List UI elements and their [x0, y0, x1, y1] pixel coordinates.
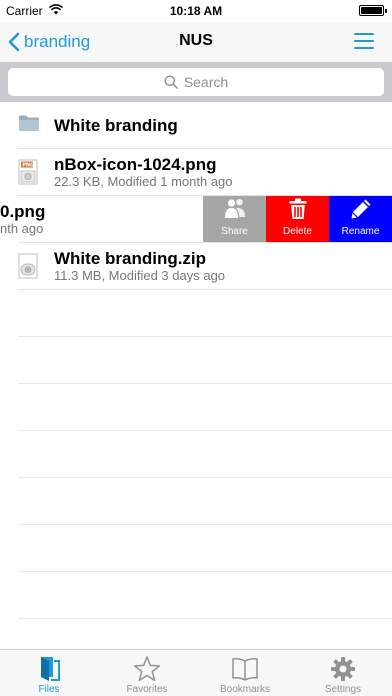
tab-label: Favorites [126, 684, 168, 695]
empty-row [0, 431, 392, 478]
search-icon [164, 75, 178, 89]
tab-label: Files [38, 684, 60, 695]
rename-label: Rename [341, 226, 380, 237]
tab-settings[interactable]: Settings [294, 650, 392, 696]
list-item[interactable]: White branding.zip 11.3 MB, Modified 3 d… [0, 243, 392, 290]
empty-row [0, 619, 392, 649]
zip-file-icon [18, 253, 38, 284]
files-icon [34, 654, 64, 684]
file-meta: 11.3 MB, Modified 3 days ago [54, 268, 226, 283]
list-item[interactable]: PNG nBox-icon-1024.png 22.3 KB, Modified… [0, 149, 392, 196]
share-label: Share [221, 226, 248, 237]
pencil-icon [351, 199, 370, 219]
file-list: White branding PNG nBox-icon-1024.png 22… [0, 102, 392, 649]
svg-text:PNG: PNG [22, 163, 34, 169]
empty-row [0, 384, 392, 431]
star-icon [133, 654, 161, 684]
navigation-bar: branding NUS [0, 22, 392, 62]
battery-icon [359, 5, 387, 16]
delete-label: Delete [283, 226, 312, 237]
search-input[interactable]: Search [8, 68, 384, 96]
empty-row [0, 478, 392, 525]
menu-icon[interactable] [354, 33, 374, 49]
list-item-swiped[interactable]: 0.png nth ago Share Delete Rename [0, 196, 392, 243]
swipe-actions: Share Delete Rename [203, 196, 392, 243]
search-placeholder: Search [183, 74, 229, 90]
trash-icon [289, 198, 306, 219]
png-file-icon: PNG [18, 159, 38, 190]
folder-icon [18, 114, 40, 137]
status-bar: Carrier 10:18 AM [0, 0, 392, 22]
empty-row [0, 290, 392, 337]
empty-row [0, 572, 392, 619]
share-icon [224, 199, 245, 218]
list-item[interactable]: White branding [0, 102, 392, 149]
rename-button[interactable]: Rename [329, 196, 392, 243]
tab-favorites[interactable]: Favorites [98, 650, 196, 696]
tab-files[interactable]: Files [0, 650, 98, 696]
gear-icon [329, 654, 357, 684]
tab-label: Bookmarks [219, 684, 270, 695]
share-button[interactable]: Share [203, 196, 266, 243]
tab-bookmarks[interactable]: Bookmarks [196, 650, 294, 696]
file-name: White branding.zip [54, 249, 207, 268]
empty-row [0, 337, 392, 384]
search-bar: Search [0, 62, 392, 102]
tab-bar: Files Favorites Bookmarks Settings [0, 649, 392, 696]
file-meta: nth ago [0, 221, 44, 236]
file-meta: 22.3 KB, Modified 1 month ago [54, 174, 233, 189]
clock: 10:18 AM [169, 4, 223, 18]
tab-label: Settings [324, 684, 362, 695]
page-title: NUS [179, 32, 213, 49]
book-icon [230, 654, 260, 684]
file-name: 0.png [0, 202, 46, 221]
folder-name: White branding [54, 116, 178, 135]
empty-row [0, 525, 392, 572]
delete-button[interactable]: Delete [266, 196, 329, 243]
file-name: nBox-icon-1024.png [54, 155, 217, 174]
